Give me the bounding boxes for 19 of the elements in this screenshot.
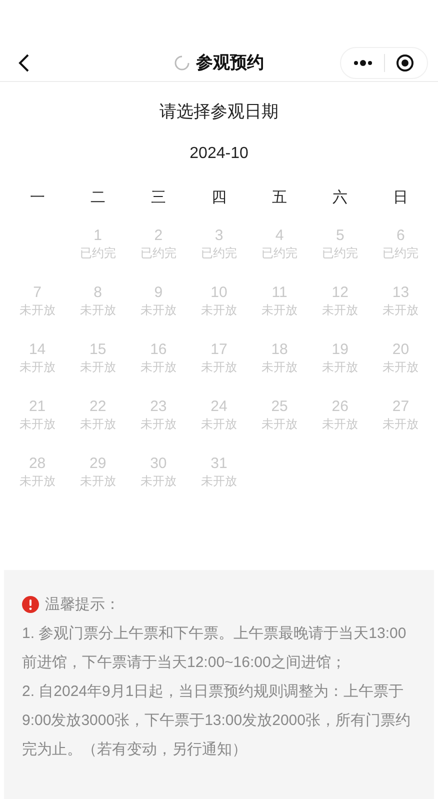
warning-icon xyxy=(22,596,39,613)
capsule-menu[interactable] xyxy=(340,46,428,78)
back-icon[interactable] xyxy=(18,52,30,72)
loading-icon xyxy=(174,54,190,70)
notice-text: 2. 自2024年9月1日起，当日票预约规则调整为：上午票于9:00发放3000张，下午票于13:00发放2000张，所有门票约完为止。（若有变动，另行通知） xyxy=(22,682,412,760)
weekday-label: 三 xyxy=(150,188,166,208)
close-icon[interactable] xyxy=(396,54,414,72)
weekday-label: 一 xyxy=(30,188,45,208)
weekday-label: 六 xyxy=(332,188,348,208)
page-title: 参观预约 xyxy=(196,52,264,74)
notice-title: 温馨提示： xyxy=(45,595,120,615)
calendar-heading: 请选择参观日期 xyxy=(158,101,280,123)
more-icon[interactable] xyxy=(353,58,373,66)
notice-text: 1. 参观门票分上午票和下午票。上午票最晚请于当天13:00前进馆，下午票请于当天12:00~16:00之间进馆； xyxy=(22,624,408,673)
weekday-label: 日 xyxy=(393,188,408,208)
weekday-label: 五 xyxy=(272,188,288,208)
weekday-label: 四 xyxy=(211,188,226,208)
weekday-label: 二 xyxy=(90,188,106,208)
month-label: 2024-10 xyxy=(188,144,250,164)
